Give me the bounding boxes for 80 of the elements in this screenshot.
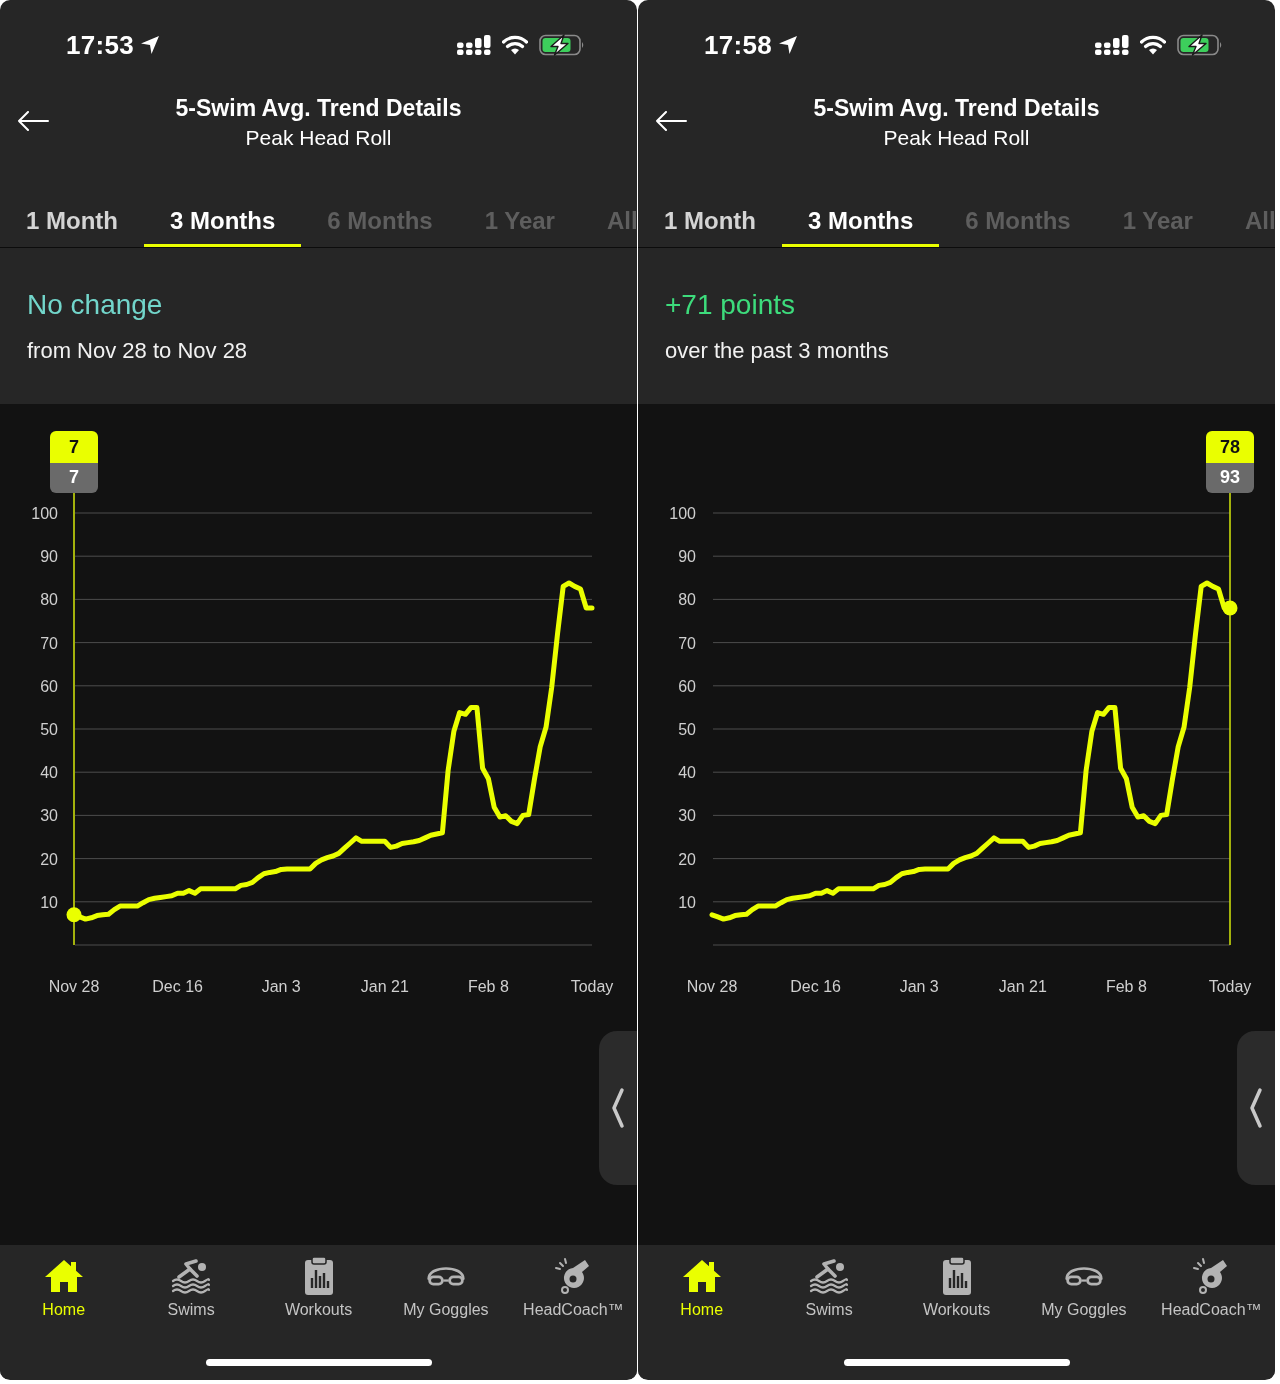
chevron-left-icon <box>611 1087 625 1129</box>
trend-period-text: from Nov 28 to Nov 28 <box>27 337 248 365</box>
x-axis-label: Jan 3 <box>261 978 301 995</box>
x-axis-label: Feb 8 <box>467 978 509 995</box>
data-point-marker <box>66 907 82 923</box>
signal-icon <box>1095 35 1129 55</box>
tooltip-secondary-value: 7 <box>50 463 98 493</box>
swimmer-icon <box>171 1256 212 1296</box>
x-axis-label: Today <box>570 978 614 995</box>
screen-subtitle: Peak Head Roll <box>245 125 392 151</box>
trend-change-headline: No change <box>27 288 163 322</box>
tooltip-value: 7 <box>50 431 98 463</box>
x-axis-label: Jan 21 <box>998 978 1047 995</box>
y-axis-label: 90 <box>40 548 58 566</box>
y-axis-label: 100 <box>31 505 58 522</box>
wifi-icon <box>1140 35 1166 55</box>
x-axis-label: Today <box>1208 978 1252 995</box>
location-arrow-icon <box>778 35 798 55</box>
x-axis-label: Jan 21 <box>360 978 409 995</box>
y-axis-label: 40 <box>678 764 696 782</box>
y-axis-label: 70 <box>678 634 696 652</box>
battery-charging-icon <box>1177 34 1223 56</box>
back-button[interactable] <box>655 111 687 131</box>
tab-bar-item[interactable]: Home <box>638 1256 766 1320</box>
y-axis-label: 50 <box>40 721 58 738</box>
y-axis-label: 10 <box>678 893 696 911</box>
location-arrow-icon <box>140 35 160 55</box>
y-axis-label: 80 <box>678 591 696 609</box>
left-arrow-icon <box>17 111 49 131</box>
y-axis-label: 60 <box>40 677 58 695</box>
x-axis-label: Dec 16 <box>152 978 203 995</box>
y-axis-label: 20 <box>40 850 58 868</box>
back-button[interactable] <box>17 111 49 131</box>
swimmer-icon <box>809 1256 850 1296</box>
status-time: 17:58 <box>704 29 772 61</box>
trend-change-headline: +71 points <box>665 288 795 322</box>
y-axis-label: 90 <box>678 548 696 566</box>
y-axis-label: 100 <box>669 505 696 522</box>
range-tab[interactable]: 3 Months <box>144 195 302 247</box>
tab-bar-item[interactable]: My Goggles <box>1020 1256 1148 1320</box>
tab-bar-item[interactable]: Workouts <box>254 1256 383 1320</box>
tab-bar-item[interactable]: Swims <box>765 1256 893 1320</box>
left-arrow-icon <box>655 111 687 131</box>
y-axis-label: 50 <box>678 721 696 738</box>
range-tab[interactable]: 1 Month <box>638 195 782 247</box>
tooltip-secondary-value: 93 <box>1206 463 1254 493</box>
screen-title: 5-Swim Avg. Trend Details <box>813 94 1100 123</box>
y-axis-label: 80 <box>40 591 58 609</box>
data-point-marker <box>1222 600 1238 616</box>
range-tab[interactable]: 1 Month <box>0 195 144 247</box>
y-axis-label: 40 <box>40 764 58 782</box>
trend-period-text: over the past 3 months <box>665 337 889 365</box>
tab-bar-item[interactable]: HeadCoach™ <box>1147 1256 1275 1320</box>
tab-bar-item[interactable]: Home <box>0 1256 128 1320</box>
tab-bar-item[interactable]: HeadCoach™ <box>509 1256 637 1320</box>
y-axis-label: 30 <box>678 807 696 825</box>
y-axis-label: 30 <box>40 807 58 825</box>
y-axis-label: 10 <box>40 893 58 911</box>
signal-icon <box>457 35 491 55</box>
tab-bar-item[interactable]: Swims <box>127 1256 255 1320</box>
y-axis-label: 60 <box>678 677 696 695</box>
drawer-handle[interactable] <box>599 1031 637 1185</box>
x-axis-label: Nov 28 <box>48 978 100 995</box>
tab-bar-item[interactable]: Workouts <box>892 1256 1021 1320</box>
status-time: 17:53 <box>66 29 134 61</box>
chevron-left-icon <box>1249 1087 1263 1129</box>
battery-charging-icon <box>539 34 585 56</box>
wifi-icon <box>502 35 528 55</box>
tooltip-value: 78 <box>1206 431 1254 463</box>
range-tab[interactable]: 3 Months <box>782 195 940 247</box>
y-axis-label: 20 <box>678 850 696 868</box>
drawer-handle[interactable] <box>1237 1031 1275 1185</box>
x-axis-label: Dec 16 <box>790 978 841 995</box>
x-axis-label: Nov 28 <box>686 978 738 995</box>
screen-subtitle: Peak Head Roll <box>883 125 1030 151</box>
tab-bar-item[interactable]: My Goggles <box>382 1256 510 1320</box>
x-axis-label: Jan 3 <box>899 978 939 995</box>
y-axis-label: 70 <box>40 634 58 652</box>
x-axis-label: Feb 8 <box>1105 978 1147 995</box>
screen-title: 5-Swim Avg. Trend Details <box>175 94 462 123</box>
